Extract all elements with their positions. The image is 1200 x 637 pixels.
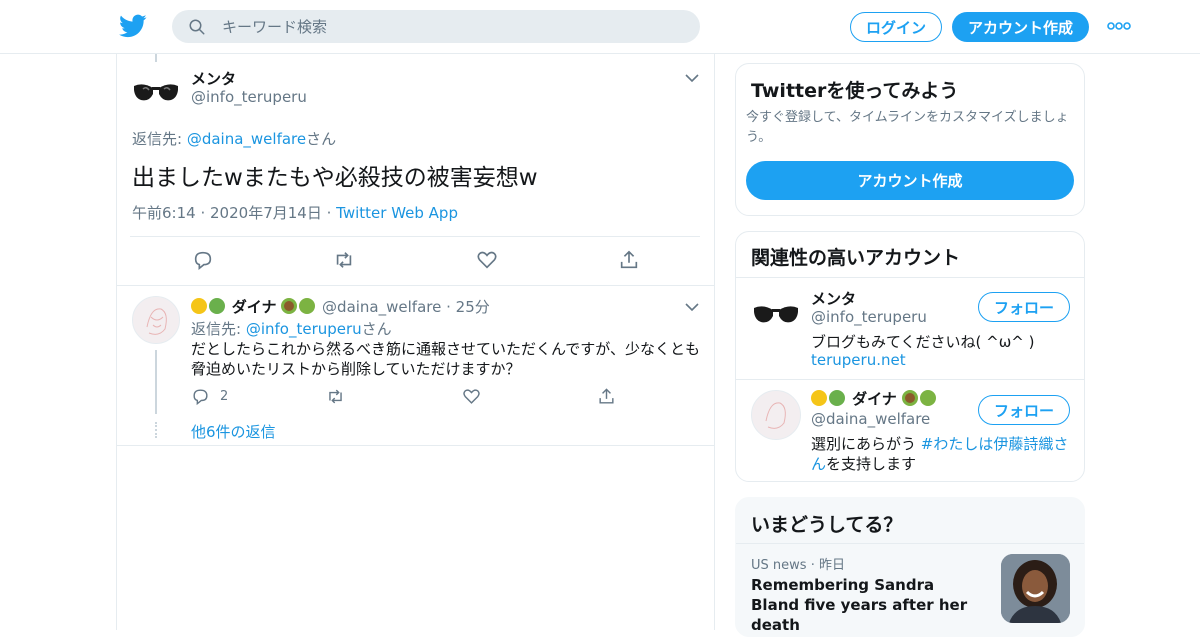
lemon-emoji-icon xyxy=(811,390,827,406)
signup-card-description: 今すぐ登録して、タイムラインをカスタマイズしましょう。 xyxy=(746,110,1069,145)
trend-thumbnail[interactable] xyxy=(1001,554,1070,623)
retweet-icon[interactable] xyxy=(332,249,356,271)
relevant-accounts-card: 関連性の高いアカウント メンタ @info_teruperu フォロー ブログも… xyxy=(735,231,1085,482)
trend-age: 昨日 xyxy=(818,558,845,573)
tweet-metadata: 午前6:14 · 2020年7月14日 · Twitter Web App xyxy=(132,202,458,223)
trend-item[interactable]: US news · 昨日 Remembering Sandra Bland fi… xyxy=(736,544,1084,636)
author-handle[interactable]: @daina_welfare xyxy=(322,298,441,316)
reply-tweet[interactable]: ダイナ @daina_welfare · 25分 返信先: @info_teru… xyxy=(117,286,714,445)
tweet-text: だとしたらこれから然るべき筋に通報させていただくんですが、少なくとも脅迫めいたリ… xyxy=(191,340,700,378)
reply-suffix: さん xyxy=(306,130,337,148)
separator-dot: · xyxy=(810,558,819,573)
account-link[interactable]: teruperu.net xyxy=(811,351,906,369)
signup-card-title: Twitterを使ってみよう xyxy=(751,80,959,102)
thread-connector-line xyxy=(155,350,157,414)
thread-dotted-line xyxy=(155,422,157,438)
tweet-time[interactable]: 午前6:14 xyxy=(132,204,196,222)
like-icon[interactable] xyxy=(462,387,481,406)
reply-to-link[interactable]: @info_teruperu xyxy=(246,320,362,338)
tweet-source[interactable]: Twitter Web App xyxy=(336,204,458,222)
follow-button[interactable]: フォロー xyxy=(978,395,1070,425)
account-handle[interactable]: @daina_welfare xyxy=(811,410,930,428)
author-name[interactable]: ダイナ xyxy=(232,298,277,316)
top-navigation-bar: ログイン アカウント作成 xyxy=(0,0,1200,54)
sunglasses-avatar-icon xyxy=(134,84,178,101)
avatar[interactable] xyxy=(751,288,801,338)
author-name[interactable]: メンタ xyxy=(191,68,236,89)
signup-card: Twitterを使ってみよう 今すぐ登録して、タイムラインをカスタマイズしましょ… xyxy=(735,63,1085,216)
signup-card-button[interactable]: アカウント作成 xyxy=(746,161,1074,200)
share-icon[interactable] xyxy=(597,387,616,406)
account-name-row: ダイナ xyxy=(811,388,938,409)
account-bio: ブログもみてくださいね( ^ω^ ) xyxy=(811,333,1035,351)
divider xyxy=(130,236,700,237)
author-handle[interactable]: @info_teruperu xyxy=(191,88,307,106)
show-more-replies-link[interactable]: 他6件の返信 xyxy=(191,421,276,442)
bio-text: 選別にあらがう xyxy=(811,435,921,453)
trend-headline[interactable]: Remembering Sandra Bland five years afte… xyxy=(751,575,979,635)
reply-icon[interactable] xyxy=(191,387,210,406)
trends-card: いまどうしてる？ US news · 昨日 Remembering Sandra… xyxy=(735,497,1085,637)
bio-text: を支持します xyxy=(826,455,917,473)
like-icon[interactable] xyxy=(476,249,498,271)
account-item[interactable]: ダイナ @daina_welfare フォロー 選別にあらがう #わたしは伊藤詩… xyxy=(736,380,1084,481)
more-options-icon[interactable] xyxy=(1106,17,1132,35)
reply-count: 2 xyxy=(220,389,229,404)
sketch-avatar-icon xyxy=(146,308,167,335)
signup-button[interactable]: アカウント作成 xyxy=(952,12,1089,42)
follow-button[interactable]: フォロー xyxy=(978,292,1070,322)
melon-emoji-icon xyxy=(299,298,316,314)
account-handle[interactable]: @info_teruperu xyxy=(811,308,927,326)
divider xyxy=(117,445,714,446)
trend-category: US news xyxy=(751,558,807,573)
twitter-bird-logo-icon[interactable] xyxy=(118,12,148,40)
trend-meta: US news · 昨日 xyxy=(751,554,845,573)
tweet-header: ダイナ @daina_welfare · 25分 xyxy=(191,296,490,317)
account-item[interactable]: メンタ @info_teruperu フォロー ブログもみてくださいね( ^ω^… xyxy=(736,278,1084,379)
account-name[interactable]: メンタ xyxy=(811,288,856,309)
main-timeline-column: メンタ @info_teruperu 返信先: @daina_welfareさん… xyxy=(116,54,715,630)
sketch-avatar-icon xyxy=(765,402,786,429)
chevron-down-icon[interactable] xyxy=(685,73,699,83)
separator-dot: · xyxy=(446,298,456,316)
separator-dot: · xyxy=(326,204,337,222)
avatar[interactable] xyxy=(131,66,181,116)
tweet-actions xyxy=(117,249,714,273)
search-input[interactable] xyxy=(222,17,662,36)
reply-prefix: 返信先: xyxy=(191,320,246,338)
tweet-actions: 2 xyxy=(191,387,701,409)
retweet-icon[interactable] xyxy=(325,387,346,406)
kiwi-emoji-icon xyxy=(901,390,918,406)
avatar[interactable] xyxy=(132,296,180,344)
green-apple-emoji-icon xyxy=(209,298,225,314)
login-button[interactable]: ログイン xyxy=(850,12,942,42)
search-box[interactable] xyxy=(172,10,700,43)
reply-context: 返信先: @daina_welfareさん xyxy=(132,128,336,149)
account-name[interactable]: ダイナ xyxy=(852,390,897,408)
separator-dot: · xyxy=(200,204,211,222)
lemon-emoji-icon xyxy=(191,298,207,314)
sunglasses-avatar-icon xyxy=(754,306,798,323)
reply-suffix: さん xyxy=(361,320,392,338)
kiwi-emoji-icon xyxy=(281,298,298,314)
reply-prefix: 返信先: xyxy=(132,130,187,148)
tweet-text: 出ましたwまたもや必殺技の被害妄想w xyxy=(132,165,538,191)
reply-context: 返信先: @info_teruperuさん xyxy=(191,318,392,339)
tweet-age[interactable]: 25分 xyxy=(456,298,490,316)
relevant-accounts-title: 関連性の高いアカウント xyxy=(751,247,961,269)
green-apple-emoji-icon xyxy=(829,390,845,406)
account-bio: 選別にあらがう #わたしは伊藤詩織さんを支持します xyxy=(811,434,1073,474)
tweet-date[interactable]: 2020年7月14日 xyxy=(210,204,322,222)
avatar[interactable] xyxy=(751,390,801,440)
chevron-down-icon[interactable] xyxy=(685,302,699,312)
melon-emoji-icon xyxy=(919,390,936,406)
reply-icon[interactable] xyxy=(192,249,214,271)
reply-to-link[interactable]: @daina_welfare xyxy=(187,130,306,148)
trends-title: いまどうしてる？ xyxy=(751,514,903,536)
search-icon xyxy=(189,19,205,34)
person-photo-icon xyxy=(1001,554,1070,623)
focused-tweet: メンタ @info_teruperu 返信先: @daina_welfareさん… xyxy=(117,54,714,286)
share-icon[interactable] xyxy=(618,249,640,271)
